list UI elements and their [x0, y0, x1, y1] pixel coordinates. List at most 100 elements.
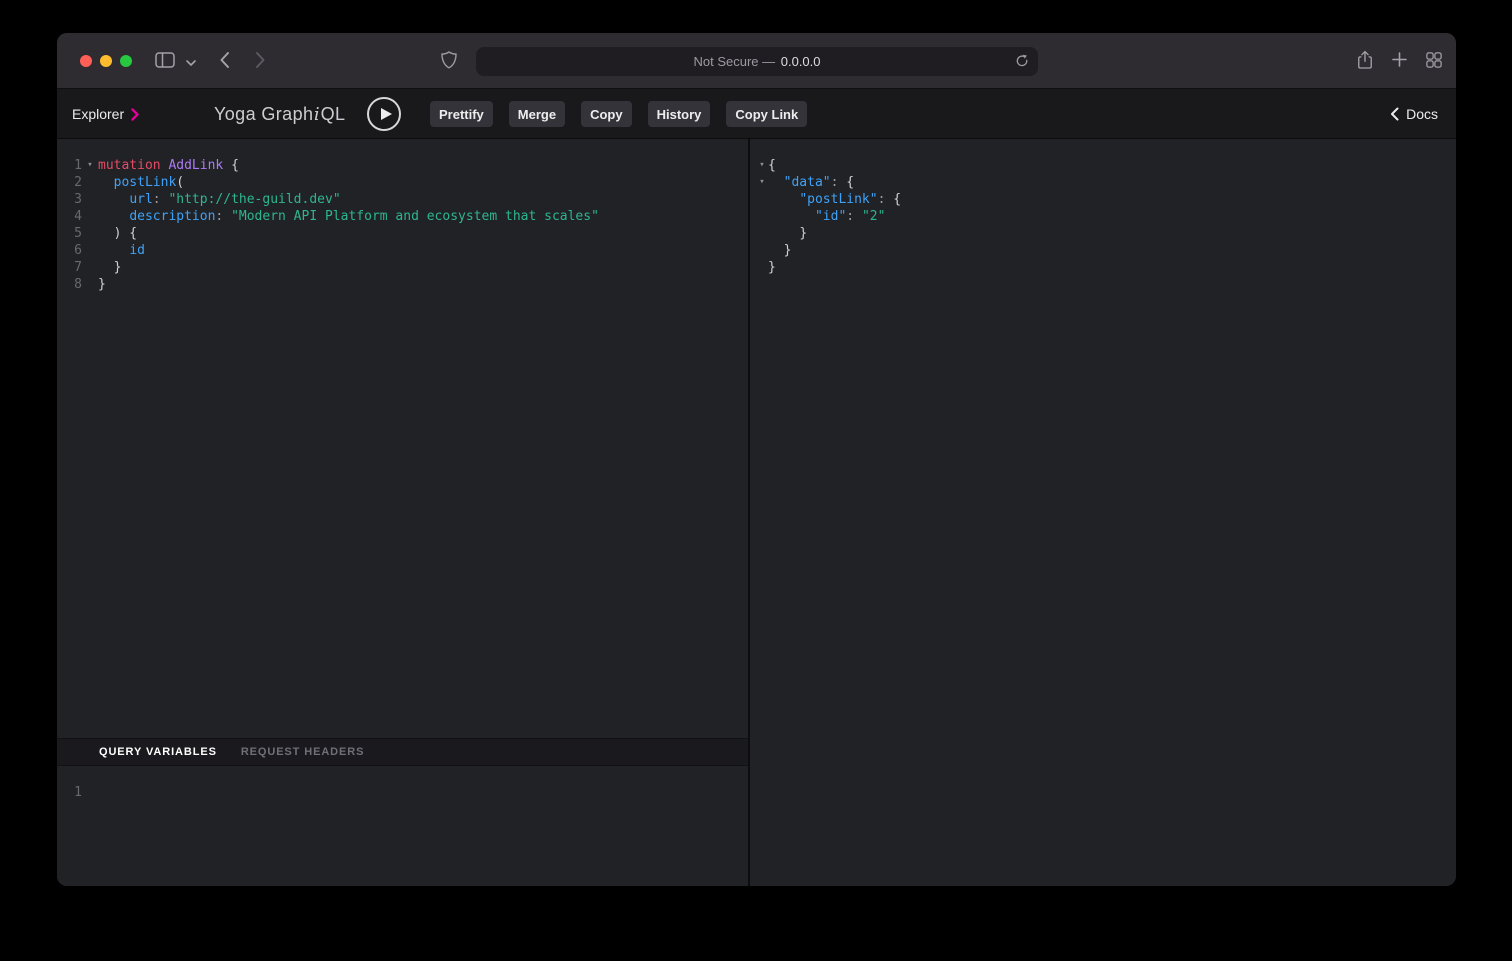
explorer-toggle[interactable]: Explorer — [72, 89, 139, 139]
code-text: } — [768, 259, 776, 276]
execute-query-button[interactable] — [367, 97, 401, 131]
copy-link-button[interactable]: Copy Link — [726, 101, 807, 127]
code-text: postLink( — [98, 174, 184, 191]
tab-overview-button[interactable] — [1426, 52, 1442, 71]
fold-arrow-icon[interactable]: ▾ — [756, 174, 768, 191]
history-button[interactable]: History — [648, 101, 711, 127]
code-text: } — [768, 242, 791, 259]
window-controls — [80, 55, 132, 67]
code-line: 1▾mutation AddLink { — [57, 157, 748, 174]
docs-toggle[interactable]: Docs — [1390, 89, 1438, 139]
fold-gutter — [756, 259, 768, 276]
code-text: } — [98, 276, 106, 293]
code-text: url: "http://the-guild.dev" — [98, 191, 341, 208]
sidebar-toggle-button[interactable] — [151, 33, 179, 89]
code-line: 7 } — [57, 259, 748, 276]
line-number: 4 — [57, 208, 82, 225]
code-line: 1 — [57, 784, 748, 801]
chevron-right-icon — [255, 51, 266, 72]
code-line: "postLink": { — [756, 191, 1456, 208]
docs-label: Docs — [1406, 106, 1438, 122]
fold-arrow-icon[interactable]: ▾ — [82, 157, 98, 174]
graphiql-toolbar: Explorer Yoga GraphiQL Prettify Merge Copy… — [57, 89, 1456, 139]
zoom-window-button[interactable] — [120, 55, 132, 67]
fold-gutter — [82, 276, 98, 293]
code-line: ▾{ — [756, 157, 1456, 174]
code-text: id — [98, 242, 145, 259]
browser-toolbar: Not Secure — 0.0.0.0 — [57, 33, 1456, 89]
app-title-text: QL — [321, 104, 346, 125]
address-bar[interactable]: Not Secure — 0.0.0.0 — [476, 47, 1038, 76]
sidebar-menu-button[interactable] — [183, 33, 199, 89]
close-window-button[interactable] — [80, 55, 92, 67]
code-line: ▾ "data": { — [756, 174, 1456, 191]
request-headers-tab[interactable]: REQUEST HEADERS — [241, 746, 365, 758]
privacy-shield-button[interactable] — [438, 33, 460, 89]
chevron-down-icon — [186, 54, 196, 69]
line-number: 1 — [57, 784, 82, 801]
share-icon — [1357, 50, 1373, 73]
fold-gutter — [82, 191, 98, 208]
query-variables-editor[interactable]: 1 — [57, 766, 748, 886]
fold-gutter — [82, 259, 98, 276]
reload-icon — [1015, 53, 1029, 72]
query-variables-tab[interactable]: QUERY VARIABLES — [99, 746, 217, 758]
query-editor[interactable]: 1▾mutation AddLink {2 postLink(3 url: "h… — [57, 139, 748, 738]
line-number: 2 — [57, 174, 82, 191]
toolbar-right-buttons — [1357, 33, 1442, 89]
prettify-button[interactable]: Prettify — [430, 101, 493, 127]
fold-gutter — [82, 242, 98, 259]
code-line: 3 url: "http://the-guild.dev" — [57, 191, 748, 208]
line-number: 8 — [57, 276, 82, 293]
fold-gutter — [756, 208, 768, 225]
minimize-window-button[interactable] — [100, 55, 112, 67]
fold-gutter — [756, 225, 768, 242]
url-security-label: Not Secure — — [693, 54, 778, 69]
app-title-i: i — [313, 104, 320, 125]
chevron-left-icon — [219, 51, 230, 72]
explorer-label: Explorer — [72, 106, 124, 122]
play-icon — [381, 108, 392, 120]
fold-gutter — [82, 208, 98, 225]
fold-gutter — [756, 191, 768, 208]
copy-button[interactable]: Copy — [581, 101, 632, 127]
code-text: ) { — [98, 225, 137, 242]
share-button[interactable] — [1357, 50, 1373, 73]
chevron-right-icon — [131, 108, 139, 121]
merge-button[interactable]: Merge — [509, 101, 565, 127]
query-pane: 1▾mutation AddLink {2 postLink(3 url: "h… — [57, 139, 748, 886]
code-text: description: "Modern API Platform and ec… — [98, 208, 599, 225]
url-text: Not Secure — 0.0.0.0 — [693, 54, 820, 69]
workspace: 1▾mutation AddLink {2 postLink(3 url: "h… — [57, 139, 1456, 886]
browser-window: Not Secure — 0.0.0.0 Explorer Yoga Graph — [57, 33, 1456, 886]
toolbar-buttons: Prettify Merge Copy History Copy Link — [430, 89, 807, 139]
forward-button[interactable] — [249, 33, 271, 89]
fold-gutter — [82, 174, 98, 191]
code-text: } — [768, 225, 807, 242]
grid-icon — [1426, 52, 1442, 71]
app-title: Yoga GraphiQL — [214, 89, 345, 139]
line-number: 7 — [57, 259, 82, 276]
plus-icon — [1392, 52, 1407, 70]
app-title-text: Yoga Graph — [214, 104, 313, 125]
code-text: "id": "2" — [768, 208, 885, 225]
code-text: } — [98, 259, 121, 276]
code-text: mutation AddLink { — [98, 157, 239, 174]
fold-gutter — [82, 784, 98, 801]
code-line: } — [756, 225, 1456, 242]
back-button[interactable] — [213, 33, 235, 89]
code-line: } — [756, 242, 1456, 259]
fold-arrow-icon[interactable]: ▾ — [756, 157, 768, 174]
url-host: 0.0.0.0 — [781, 54, 821, 69]
code-line: 5 ) { — [57, 225, 748, 242]
secondary-editor-tabs: QUERY VARIABLES REQUEST HEADERS — [57, 738, 748, 766]
code-line: 8} — [57, 276, 748, 293]
line-number: 3 — [57, 191, 82, 208]
code-line: } — [756, 259, 1456, 276]
reload-button[interactable] — [1013, 53, 1031, 71]
new-tab-button[interactable] — [1392, 52, 1407, 70]
line-number: 5 — [57, 225, 82, 242]
code-text: { — [768, 157, 776, 174]
line-number: 6 — [57, 242, 82, 259]
response-viewer[interactable]: ▾{▾ "data": { "postLink": { "id": "2" } … — [750, 139, 1456, 886]
